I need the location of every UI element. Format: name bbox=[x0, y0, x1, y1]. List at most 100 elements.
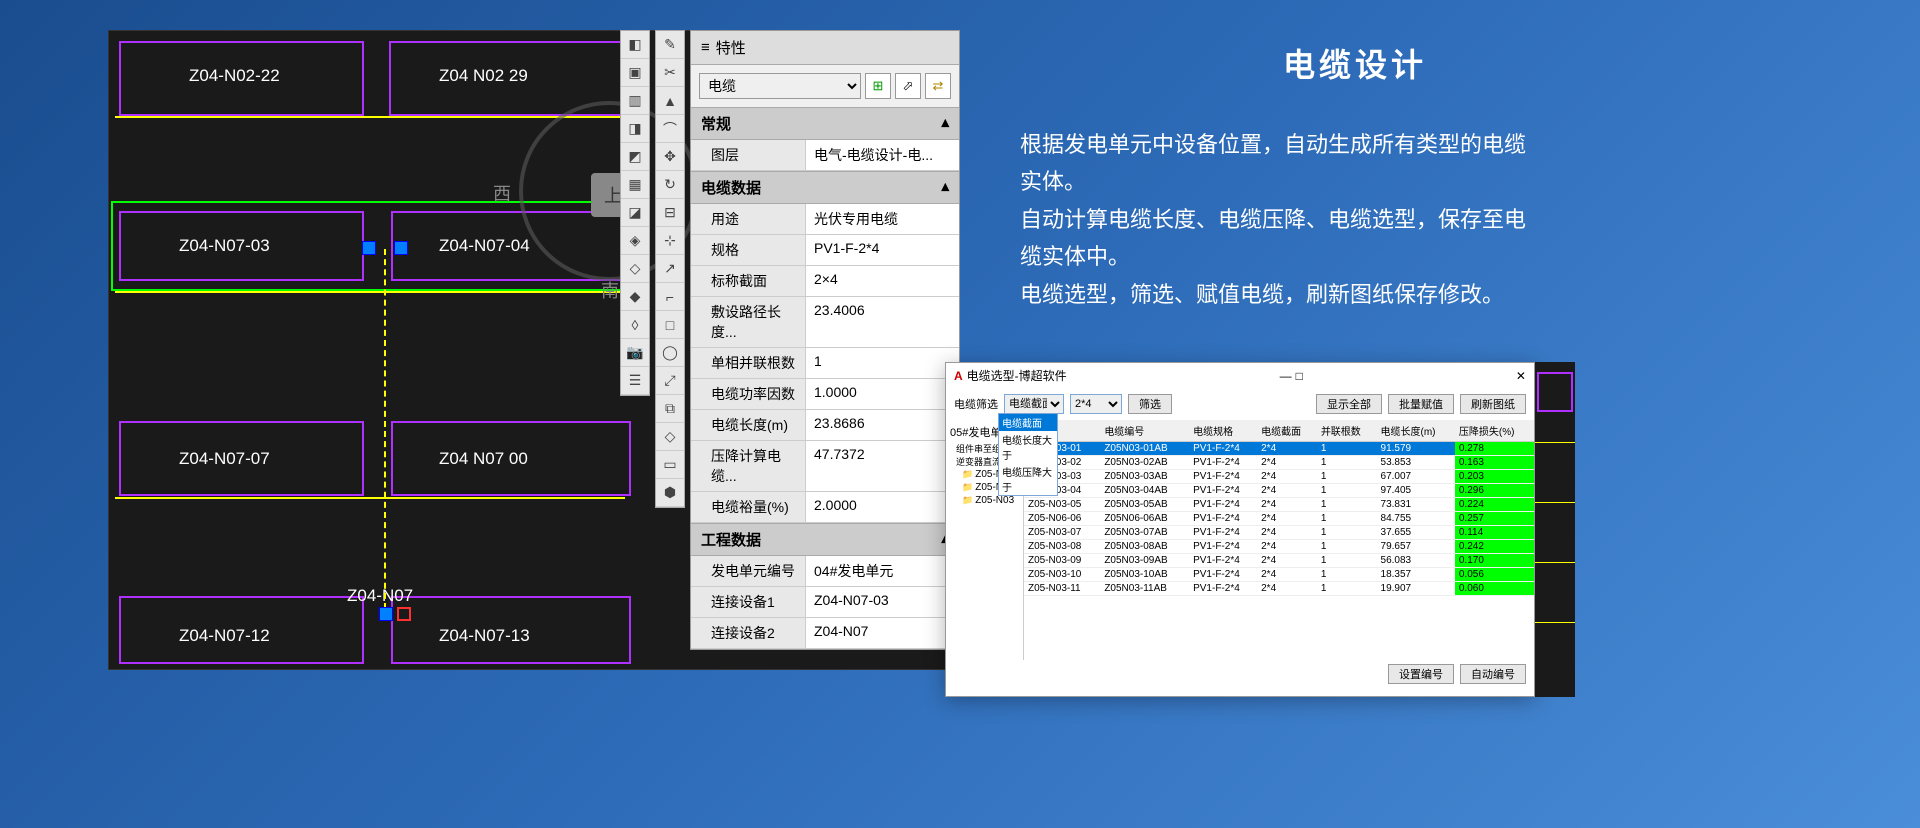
table-row[interactable]: Z05-N03-02Z05N03-02ABPV1-F-2*42*4153.853… bbox=[1024, 456, 1534, 470]
column-header[interactable]: 电缆规格 bbox=[1189, 420, 1257, 442]
cube-icon[interactable]: ▥ bbox=[621, 87, 649, 115]
cube-icon[interactable]: ▣ bbox=[621, 59, 649, 87]
section-general[interactable]: 常规▴ bbox=[691, 107, 959, 140]
cube-icon[interactable]: ◨ bbox=[621, 115, 649, 143]
cube-icon[interactable]: ▦ bbox=[621, 171, 649, 199]
properties-panel: ≡ 特性 电缆 ⊞ ⬀ ⇄ 常规▴ 图层电气-电缆设计-电... 电缆数据▴ 用… bbox=[690, 30, 960, 650]
property-key: 图层 bbox=[691, 140, 806, 170]
table-row[interactable]: Z05-N03-01Z05N03-01ABPV1-F-2*42*4191.579… bbox=[1024, 442, 1534, 456]
refresh-drawing-button[interactable]: 刷新图纸 bbox=[1460, 394, 1526, 414]
property-key: 连接设备1 bbox=[691, 587, 806, 617]
block-label: Z04-N07-07 bbox=[179, 449, 270, 469]
dropdown-option[interactable]: 电缆截面 bbox=[999, 414, 1057, 431]
trim-icon[interactable]: ⊹ bbox=[656, 227, 684, 255]
dropdown-option[interactable]: 电缆长度大于 bbox=[999, 431, 1057, 463]
table-row[interactable]: Z05-N03-09Z05N03-09ABPV1-F-2*42*4156.083… bbox=[1024, 554, 1534, 568]
close-icon[interactable]: ✕ bbox=[1516, 369, 1526, 383]
rotate-icon[interactable]: ↻ bbox=[656, 171, 684, 199]
filter-dropdown-popup[interactable]: 电缆截面 电缆长度大于 电缆压降大于 bbox=[998, 413, 1058, 496]
maximize-icon[interactable]: □ bbox=[1296, 369, 1303, 383]
property-value[interactable]: 1.0000 bbox=[806, 379, 959, 409]
property-value[interactable]: 2×4 bbox=[806, 266, 959, 296]
scissors-icon[interactable]: ✂ bbox=[656, 59, 684, 87]
box-icon[interactable]: ▭ bbox=[656, 451, 684, 479]
property-value[interactable]: 04#发电单元 bbox=[806, 556, 959, 586]
column-header[interactable]: 压降损失(%) bbox=[1455, 420, 1534, 442]
batch-assign-button[interactable]: 批量赋值 bbox=[1388, 394, 1454, 414]
page-title: 电缆设计 bbox=[1170, 40, 1540, 86]
extend-icon[interactable]: ↗ bbox=[656, 255, 684, 283]
iso-icon[interactable]: ◊ bbox=[621, 311, 649, 339]
column-header[interactable]: 并联根数 bbox=[1317, 420, 1377, 442]
diamond-icon[interactable]: ◇ bbox=[656, 423, 684, 451]
iso-icon[interactable]: ◇ bbox=[621, 255, 649, 283]
column-header[interactable]: 电缆长度(m) bbox=[1377, 420, 1455, 442]
block-label: Z04 N02 29 bbox=[439, 66, 528, 86]
panel-title: ≡ 特性 bbox=[691, 31, 959, 65]
spec-select[interactable]: 2*4 bbox=[1070, 394, 1122, 414]
dropdown-option[interactable]: 电缆压降大于 bbox=[999, 463, 1057, 495]
property-value[interactable]: PV1-F-2*4 bbox=[806, 235, 959, 265]
auto-number-button[interactable]: 自动编号 bbox=[1460, 664, 1526, 684]
entity-type-select[interactable]: 电缆 bbox=[699, 73, 861, 99]
block-label: Z04-N07-03 bbox=[179, 236, 270, 256]
square-icon[interactable]: □ bbox=[656, 311, 684, 339]
menu-icon[interactable]: ☰ bbox=[621, 367, 649, 395]
scale-icon[interactable]: ⤢ bbox=[656, 367, 684, 395]
property-key: 连接设备2 bbox=[691, 618, 806, 648]
app-icon: A bbox=[954, 369, 963, 383]
section-cable-data[interactable]: 电缆数据▴ bbox=[691, 171, 959, 204]
column-header[interactable]: 电缆编号 bbox=[1100, 420, 1189, 442]
property-value[interactable]: 电气-电缆设计-电... bbox=[806, 140, 959, 170]
table-row[interactable]: Z05-N03-11Z05N03-11ABPV1-F-2*42*4119.907… bbox=[1024, 582, 1534, 596]
description-line: 自动计算电缆长度、电缆压降、电缆选型，保存至电缆实体中。 bbox=[1020, 201, 1540, 276]
iso-icon[interactable]: ◈ bbox=[621, 227, 649, 255]
property-key: 用途 bbox=[691, 204, 806, 234]
property-value[interactable]: 23.8686 bbox=[806, 410, 959, 440]
table-row[interactable]: Z05-N06-06Z05N06-06ABPV1-F-2*42*4184.755… bbox=[1024, 512, 1534, 526]
move-icon[interactable]: ✥ bbox=[656, 143, 684, 171]
ellipse-icon[interactable]: ◯ bbox=[656, 339, 684, 367]
toggle-icon[interactable]: ⇄ bbox=[925, 73, 951, 99]
break-icon[interactable]: ⊟ bbox=[656, 199, 684, 227]
table-row[interactable]: Z05-N03-08Z05N03-08ABPV1-F-2*42*4179.657… bbox=[1024, 540, 1534, 554]
compass-west: 西 bbox=[493, 180, 511, 206]
column-header[interactable]: 电缆截面 bbox=[1257, 420, 1317, 442]
block-label: Z04-N07-13 bbox=[439, 626, 530, 646]
property-value[interactable]: 2.0000 bbox=[806, 492, 959, 522]
filter-button[interactable]: 筛选 bbox=[1128, 394, 1172, 414]
quick-select-icon[interactable]: ⬀ bbox=[895, 73, 921, 99]
cube-icon[interactable]: ◪ bbox=[621, 199, 649, 227]
cable-table[interactable]: 电缆编号电缆规格电缆截面并联根数电缆长度(m)压降损失(%) Z05-N03-0… bbox=[1024, 420, 1534, 660]
iso-icon[interactable]: ◆ bbox=[621, 283, 649, 311]
section-project-data[interactable]: 工程数据▴ bbox=[691, 523, 959, 556]
curve-icon[interactable]: ⌒ bbox=[656, 115, 684, 143]
table-row[interactable]: Z05-N03-04Z05N03-04ABPV1-F-2*42*4197.405… bbox=[1024, 484, 1534, 498]
copy-icon[interactable]: ⧉ bbox=[656, 395, 684, 423]
property-key: 电缆裕量(%) bbox=[691, 492, 806, 522]
property-value[interactable]: 光伏专用电缆 bbox=[806, 204, 959, 234]
pencil-icon[interactable]: ✎ bbox=[656, 31, 684, 59]
cube-icon[interactable]: ◩ bbox=[621, 143, 649, 171]
filter-type-select[interactable]: 电缆截面 bbox=[1004, 394, 1064, 414]
view-cube-icon[interactable]: ◧ bbox=[621, 31, 649, 59]
add-selection-icon[interactable]: ⊞ bbox=[865, 73, 891, 99]
fillet-icon[interactable]: ⌐ bbox=[656, 283, 684, 311]
property-value[interactable]: Z04-N07-03 bbox=[806, 587, 959, 617]
property-key: 电缆长度(m) bbox=[691, 410, 806, 440]
table-row[interactable]: Z05-N03-07Z05N03-07ABPV1-F-2*42*4137.655… bbox=[1024, 526, 1534, 540]
camera-icon[interactable]: 📷 bbox=[621, 339, 649, 367]
block-icon[interactable]: ⬢ bbox=[656, 479, 684, 507]
set-number-button[interactable]: 设置编号 bbox=[1388, 664, 1454, 684]
table-row[interactable]: Z05-N03-10Z05N03-10ABPV1-F-2*42*4118.357… bbox=[1024, 568, 1534, 582]
cad-strip bbox=[1535, 362, 1575, 697]
mirror-icon[interactable]: ▲ bbox=[656, 87, 684, 115]
table-row[interactable]: Z05-N03-05Z05N03-05ABPV1-F-2*42*4173.831… bbox=[1024, 498, 1534, 512]
property-value[interactable]: Z04-N07 bbox=[806, 618, 959, 648]
minimize-icon[interactable]: — bbox=[1280, 369, 1292, 383]
show-all-button[interactable]: 显示全部 bbox=[1316, 394, 1382, 414]
property-value[interactable]: 1 bbox=[806, 348, 959, 378]
table-row[interactable]: Z05-N03-03Z05N03-03ABPV1-F-2*42*4167.007… bbox=[1024, 470, 1534, 484]
property-value[interactable]: 23.4006 bbox=[806, 297, 959, 347]
property-value[interactable]: 47.7372 bbox=[806, 441, 959, 491]
